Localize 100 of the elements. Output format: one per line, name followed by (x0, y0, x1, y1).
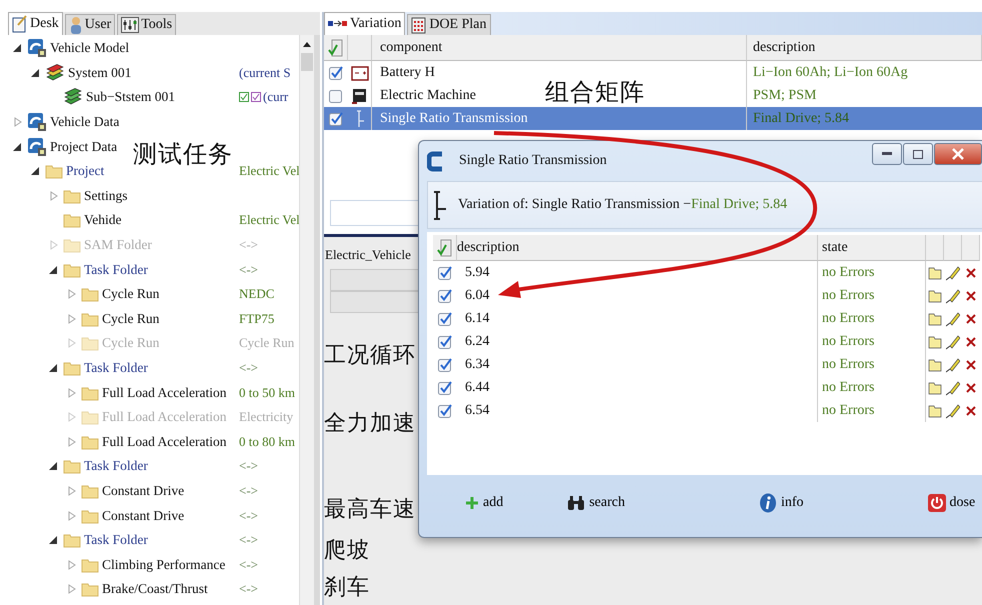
checkbox[interactable] (438, 334, 452, 348)
tree-item[interactable]: Vehicle Model (50, 40, 130, 56)
scrollbar[interactable] (299, 35, 314, 605)
motor-icon (350, 86, 368, 104)
toolbar-button[interactable]: search (565, 493, 627, 513)
collapse-arrow-icon[interactable] (12, 142, 24, 152)
delete-icon[interactable] (966, 314, 976, 324)
folder-icon (81, 434, 99, 450)
folder-icon (63, 262, 81, 278)
tree-item[interactable]: Project Data (50, 138, 118, 155)
pencil-icon[interactable] (946, 288, 960, 304)
app-icon (427, 150, 445, 172)
table-cell[interactable]: Battery H (380, 64, 435, 80)
tree-value: <-> (239, 360, 258, 376)
folder-icon[interactable] (928, 404, 942, 418)
delete-icon[interactable] (966, 290, 976, 300)
tree-value: <-> (239, 237, 258, 254)
annotation-text: 爬坡 (324, 537, 370, 565)
close-button[interactable] (934, 143, 982, 165)
collapse-arrow-icon[interactable] (48, 535, 60, 546)
tree-value: <-> (239, 508, 258, 524)
tab[interactable]: Desk (8, 12, 63, 35)
collapse-arrow-icon[interactable] (48, 461, 60, 472)
tree-item[interactable]: Task Folder (84, 262, 148, 278)
folder-icon[interactable] (928, 266, 942, 280)
tree-item[interactable]: Project (66, 163, 104, 180)
minimize-button[interactable] (872, 143, 902, 165)
toolbar-button[interactable]: add (463, 493, 506, 513)
delete-icon[interactable] (966, 406, 976, 416)
checkbox[interactable] (438, 266, 452, 280)
collapse-arrow-icon[interactable] (48, 264, 60, 275)
tree-item[interactable]: Brake/Coast/Thrust (102, 581, 208, 598)
tree-item[interactable]: Vehicle Data (50, 114, 120, 130)
toolbar-button[interactable]: dose (926, 492, 978, 514)
tree-item[interactable]: Sub−Ststem 001 (86, 89, 176, 106)
tree-item[interactable]: System 001 (68, 64, 132, 81)
checkbox[interactable] (329, 112, 343, 126)
tab[interactable]: User (64, 14, 116, 35)
tree-value: <-> (239, 581, 258, 598)
checkbox[interactable] (438, 288, 452, 302)
tree-item[interactable]: Task Folder (84, 458, 148, 474)
checklist-icon (328, 38, 344, 56)
checkbox[interactable] (438, 380, 452, 394)
collapse-arrow-icon[interactable] (30, 68, 42, 78)
pencil-icon[interactable] (946, 334, 960, 350)
delete-icon[interactable] (966, 336, 976, 346)
delete-icon[interactable] (966, 360, 976, 370)
user-icon (68, 16, 83, 34)
checkbox-icon (251, 92, 261, 102)
tree-value: 0 to 80 km (239, 434, 295, 450)
table-cell[interactable]: Single Ratio Transmission (380, 110, 528, 126)
toolbar-button[interactable]: info (756, 491, 806, 515)
window-title: Single Ratio Transmission (459, 153, 608, 169)
pencil-icon[interactable] (946, 310, 960, 326)
folder-icon[interactable] (928, 380, 942, 394)
tree-item[interactable]: Constant Drive (102, 508, 184, 524)
collapse-arrow-icon[interactable] (12, 43, 24, 54)
checkbox[interactable] (438, 312, 452, 326)
tree-item[interactable]: Full Load Acceleration (102, 384, 226, 401)
folder-icon[interactable] (928, 288, 942, 302)
tree-item[interactable]: Settings (84, 188, 128, 204)
tab[interactable]: DOE Plan (407, 14, 490, 35)
sliders-icon (121, 17, 140, 33)
document-icon (12, 15, 28, 33)
tree-item[interactable]: Climbing Performance (102, 556, 226, 573)
delete-icon[interactable] (966, 268, 976, 278)
folder-icon[interactable] (928, 358, 942, 372)
pencil-icon[interactable] (946, 402, 960, 418)
app-icon (27, 136, 47, 157)
tree-item[interactable]: Vehide (84, 212, 122, 228)
pencil-icon[interactable] (946, 380, 960, 396)
scroll-up-icon[interactable] (303, 41, 311, 49)
checkbox[interactable] (329, 66, 343, 80)
tree-item[interactable]: Cycle Run (102, 310, 160, 327)
tree-item[interactable]: Task Folder (84, 532, 148, 548)
checkbox[interactable] (329, 88, 343, 102)
annotation-text: 刹车 (324, 574, 370, 602)
tree-item[interactable]: Constant Drive (102, 482, 184, 499)
table-cell[interactable]: Electric Machine (380, 88, 476, 104)
folder-icon[interactable] (928, 334, 942, 348)
scroll-thumb[interactable] (301, 53, 313, 71)
tab[interactable]: Tools (117, 14, 176, 35)
collapse-arrow-icon[interactable] (30, 166, 42, 176)
pencil-icon[interactable] (946, 356, 960, 372)
tree-value: Electric Vel (239, 163, 300, 180)
tree-item[interactable]: Cycle Run (102, 286, 160, 302)
checkbox[interactable] (438, 358, 452, 372)
pencil-icon[interactable] (946, 264, 960, 280)
checklist-icon (436, 238, 452, 256)
app-icon (27, 112, 47, 132)
maximize-button[interactable] (903, 143, 933, 165)
delete-icon[interactable] (966, 382, 976, 392)
checkbox[interactable] (438, 404, 452, 418)
tree-item[interactable]: Task Folder (84, 360, 148, 376)
tab[interactable]: Variation (324, 12, 406, 35)
folder-icon (63, 458, 81, 474)
collapse-arrow-icon[interactable] (48, 363, 60, 374)
header-cell (944, 235, 962, 261)
folder-icon[interactable] (928, 312, 942, 326)
tree-item[interactable]: Full Load Acceleration (102, 434, 226, 450)
